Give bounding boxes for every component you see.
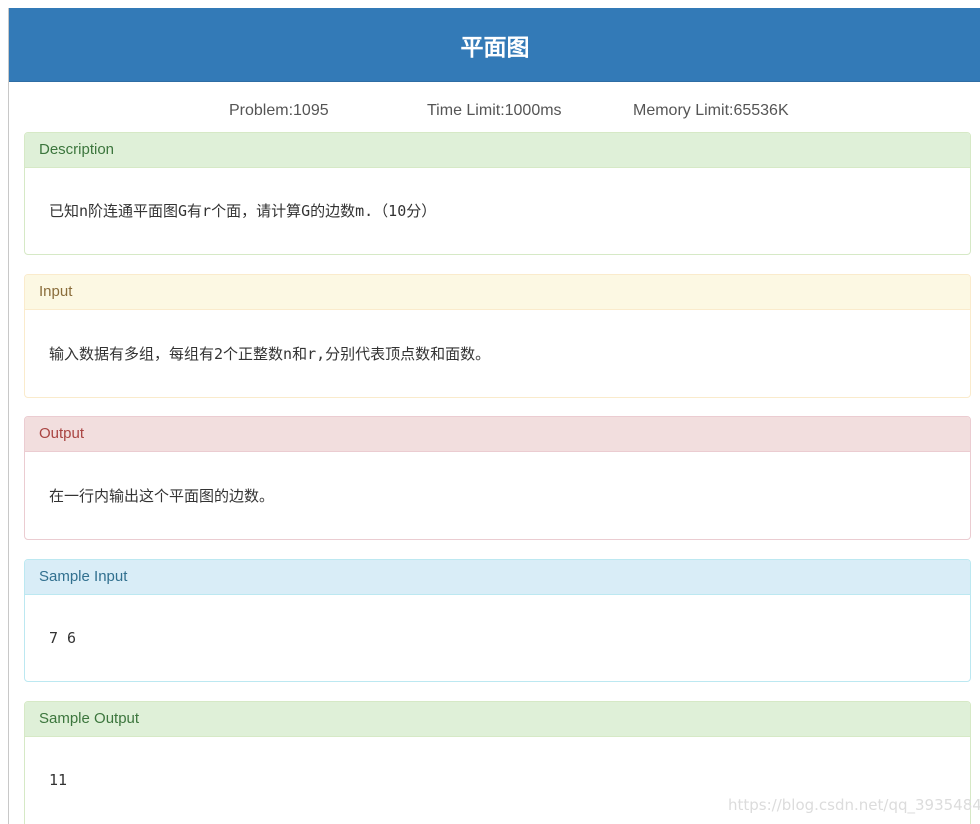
sample-input-panel: Sample Input 7 6 (24, 559, 971, 682)
sample-input-heading: Sample Input (25, 560, 970, 595)
problem-frame: 平面图 Problem:1095 Time Limit:1000ms Memor… (8, 8, 980, 824)
description-body: 已知n阶连通平面图G有r个面，请计算G的边数m.（10分） (49, 202, 437, 220)
sample-output-body: 11 (49, 771, 68, 789)
problem-meta: Problem:1095 Time Limit:1000ms Memory Li… (9, 100, 980, 124)
memory-limit: Memory Limit:65536K (633, 102, 789, 119)
output-panel: Output 在一行内输出这个平面图的边数。 (24, 416, 971, 540)
output-heading: Output (25, 417, 970, 452)
csdn-watermark: https://blog.csdn.net/qq_39354847 (728, 796, 980, 814)
input-panel: Input 输入数据有多组，每组有2个正整数n和r,分别代表顶点数和面数。 (24, 274, 971, 398)
description-panel: Description 已知n阶连通平面图G有r个面，请计算G的边数m.（10分… (24, 132, 971, 255)
sample-output-heading: Sample Output (25, 702, 970, 737)
input-body: 输入数据有多组，每组有2个正整数n和r,分别代表顶点数和面数。 (49, 345, 491, 363)
description-heading: Description (25, 133, 970, 168)
page-header: 平面图 (9, 8, 980, 82)
output-body: 在一行内输出这个平面图的边数。 (49, 487, 275, 505)
problem-id: Problem:1095 (229, 102, 329, 119)
time-limit: Time Limit:1000ms (427, 102, 562, 119)
sample-input-body: 7 6 (49, 629, 77, 647)
page-title: 平面图 (460, 34, 530, 61)
input-heading: Input (25, 275, 970, 310)
